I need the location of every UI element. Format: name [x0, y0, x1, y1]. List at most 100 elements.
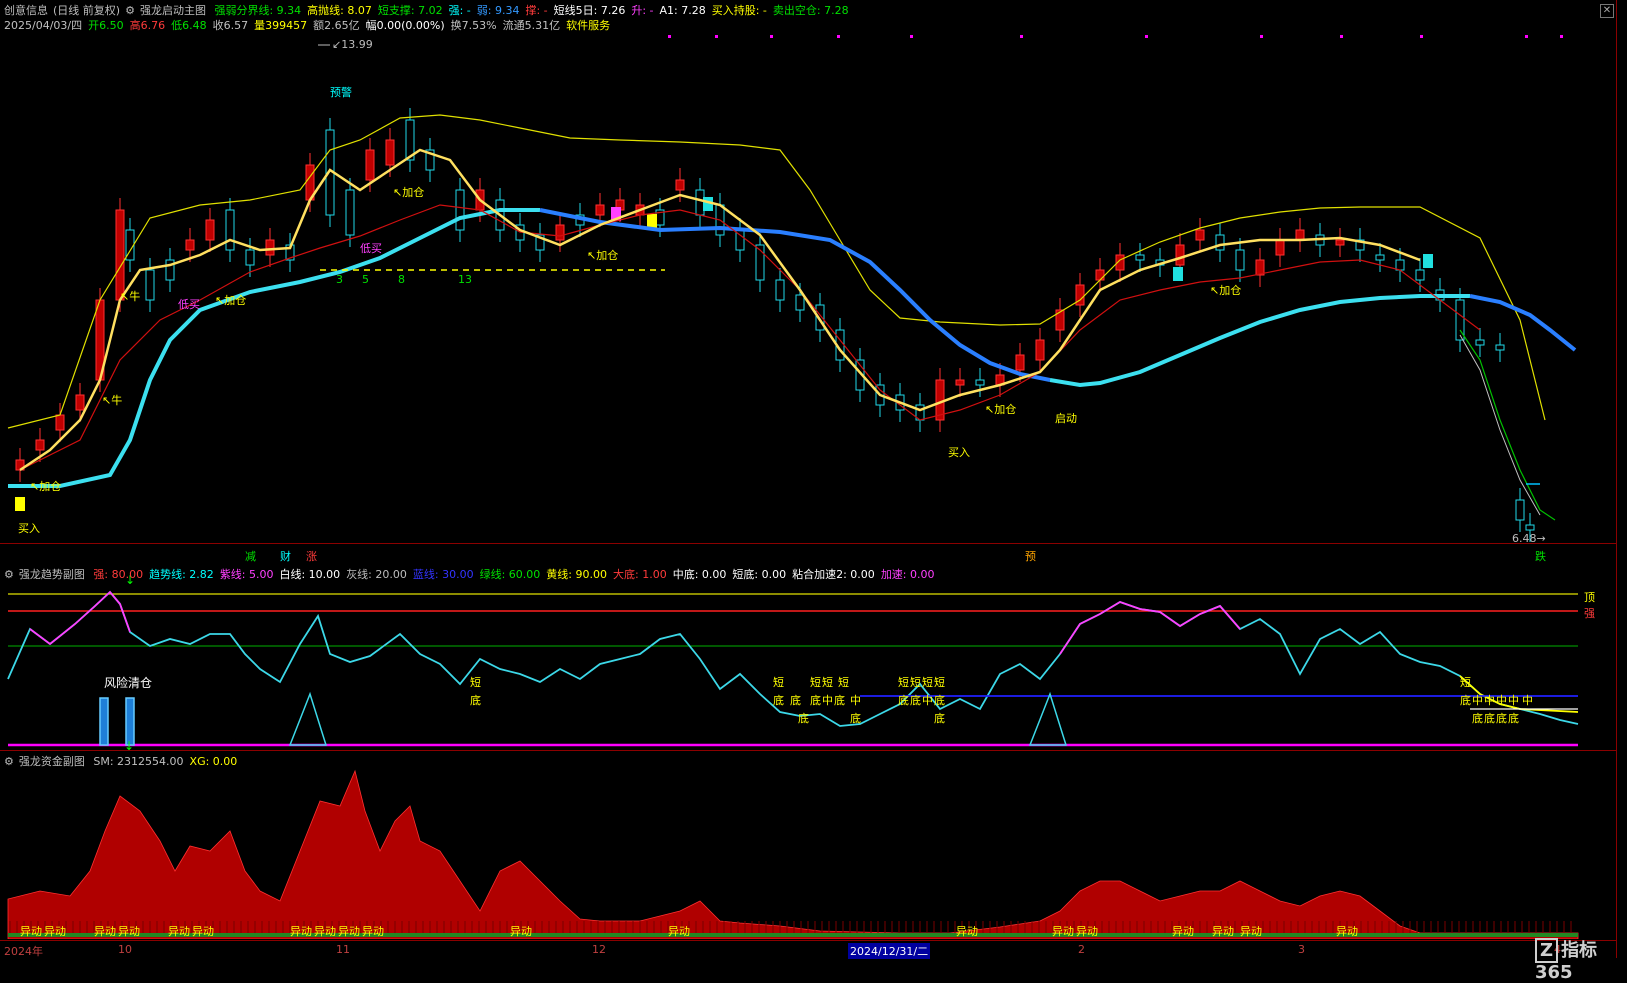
capital-param-1: XG: 0.00 [189, 755, 238, 768]
candle [115, 209, 125, 301]
capital-subchart-canvas [7, 769, 1579, 939]
quote-item-7: 幅0.00(0.00%) [365, 19, 445, 32]
annot-low-2: 低买 [360, 242, 382, 255]
mark-bottom: 底 [798, 712, 809, 725]
annot-add-6: ↖加仓 [1210, 284, 1242, 297]
trend-params: 强: 80.00 趋势线: 2.82 紫线: 5.00 白线: 10.00 灰线: 20… [93, 568, 940, 581]
candle [385, 139, 395, 166]
candle [695, 189, 705, 216]
main-param-9: 买入持股: - [711, 4, 767, 17]
mark-short: 短 [898, 676, 909, 689]
capital-indicator-name[interactable]: 强龙资金副图 [19, 755, 85, 768]
signal-label: 异动 [1336, 925, 1358, 938]
quote-item-3: 低6.48 [171, 19, 207, 32]
trend-header: ⚙ 强龙趋势副图 强: 80.00 趋势线: 2.82 紫线: 5.00 白线: 10.… [4, 568, 946, 581]
signal-label: 异动 [192, 925, 214, 938]
mark-mid: 中 [1508, 694, 1519, 707]
candle [1195, 229, 1205, 241]
main-param-3: 强: - [448, 4, 471, 17]
main-params: 强弱分界线: 9.34 高抛线: 8.07 短支撑: 7.02 强: - 弱: 9.34… [214, 4, 854, 17]
annot-add-4: ↖加仓 [587, 249, 619, 262]
capital-header: ⚙ 强龙资金副图 SM: 2312554.00 XG: 0.00 [4, 755, 248, 768]
candle [595, 204, 605, 216]
tag-finance: 财 [280, 550, 291, 563]
trend-param-1: 趋势线: 2.82 [149, 568, 214, 581]
annot-add-2: ↖加仓 [215, 294, 247, 307]
main-header-line1: 创意信息 (日线 前复权) ⚙ 强龙启动主图 强弱分界线: 9.34 高抛线: 8.07… [4, 4, 860, 17]
trend-param-0: 强: 80.00 [93, 568, 144, 581]
candle [455, 189, 465, 231]
trend-param-3: 白线: 10.00 [279, 568, 341, 581]
candle [55, 414, 65, 431]
mark-mid: 中 [850, 694, 861, 707]
high-price-value: 13.99 [341, 38, 373, 51]
annot-buy-1: 买入 [18, 522, 40, 535]
settings-icon[interactable]: ⚙ [4, 568, 14, 581]
mark-bottom: 底 [910, 694, 921, 707]
mark-short: 短 [470, 676, 481, 689]
signal-label: 异动 [1212, 925, 1234, 938]
trend-blue-line-2 [1469, 294, 1577, 352]
main-param-5: 撑: - [525, 4, 548, 17]
mark-mid: 中 [1496, 694, 1507, 707]
main-param-6: 短线5日: 7.26 [553, 4, 626, 17]
main-chart-pane[interactable]: 创意信息 (日线 前复权) ⚙ 强龙启动主图 强弱分界线: 9.34 高抛线: 8.07… [0, 0, 1616, 563]
candle [225, 209, 235, 251]
green-line [1459, 329, 1556, 521]
mark-short: 短 [838, 676, 849, 689]
mark-bottom: 底 [773, 694, 784, 707]
mark-bottom: 底 [810, 694, 821, 707]
settings-icon[interactable]: ⚙ [125, 4, 135, 17]
x-tick-highlight: 2024/12/31/二 [848, 943, 931, 959]
trend-cyan-line-2 [1049, 294, 1470, 388]
trend-subchart-pane[interactable]: ↓ ↓ ⚙ 强龙趋势副图 强: 80.00 趋势线: 2.82 紫线: 5.00 白线:… [0, 564, 1616, 751]
x-tick: 3 [1298, 943, 1305, 956]
annot-niu-2: ↖牛 [102, 394, 123, 407]
right-scrollbar[interactable] [1616, 0, 1627, 958]
capital-subchart-pane[interactable]: ⚙ 强龙资金副图 SM: 2312554.00 XG: 0.00 异动 异动 异动 异动异… [0, 751, 1616, 939]
mark-mid: 中 [1484, 694, 1495, 707]
candle [1475, 339, 1485, 346]
mark-mid: 中 [922, 694, 933, 707]
candle [365, 149, 375, 181]
mark-bottom: 底 [1484, 712, 1495, 725]
mark-bottom: 底 [934, 712, 945, 725]
low-price-label: 6.48→ [1512, 532, 1546, 545]
candle [1495, 344, 1505, 351]
main-header-line2: 2025/04/03/四 开6.50 高6.76 低6.48 收6.57 量399457 额… [4, 19, 621, 32]
x-tick: 10 [118, 943, 132, 956]
x-tick: 2024年 [4, 945, 43, 958]
trend-param-4: 灰线: 20.00 [346, 568, 407, 581]
x-tick: 12 [592, 943, 606, 956]
x-tick: 2 [1078, 943, 1085, 956]
annot-buy-2: 买入 [948, 446, 970, 459]
candle [1235, 249, 1245, 271]
mark-bottom: 底 [790, 694, 801, 707]
settings-icon[interactable]: ⚙ [4, 755, 14, 768]
quote-item-9: 流通5.31亿 [502, 19, 561, 32]
x-tick: 11 [336, 943, 350, 956]
quote-item-1: 开6.50 [88, 19, 124, 32]
main-param-1: 高抛线: 8.07 [307, 4, 372, 17]
annot-niu-1: ↖牛 [120, 290, 141, 303]
signal-label: 异动 [1172, 925, 1194, 938]
candle [205, 219, 215, 241]
tag-fall: 跌 [1535, 550, 1546, 563]
trend-param-11: 粘合加速2: 0.00 [792, 568, 875, 581]
candle [1035, 339, 1045, 361]
annot-n3: 3 [336, 273, 343, 286]
close-icon[interactable]: ✕ [1600, 4, 1614, 18]
trend-indicator-name[interactable]: 强龙趋势副图 [19, 568, 85, 581]
quote-item-4: 收6.57 [212, 19, 249, 32]
mark-mid: 中 [822, 694, 833, 707]
candle [1375, 254, 1385, 261]
mark-bottom: 底 [1508, 712, 1519, 725]
signal-label: 异动 [94, 925, 116, 938]
signal-label: 异动 [338, 925, 360, 938]
signal-label: 异动 [44, 925, 66, 938]
support-red-line [19, 204, 1481, 471]
annot-warn: 预警 [330, 86, 352, 99]
candle [185, 239, 195, 251]
mark-short: 短 [822, 676, 833, 689]
main-indicator-name[interactable]: 强龙启动主图 [140, 4, 206, 17]
